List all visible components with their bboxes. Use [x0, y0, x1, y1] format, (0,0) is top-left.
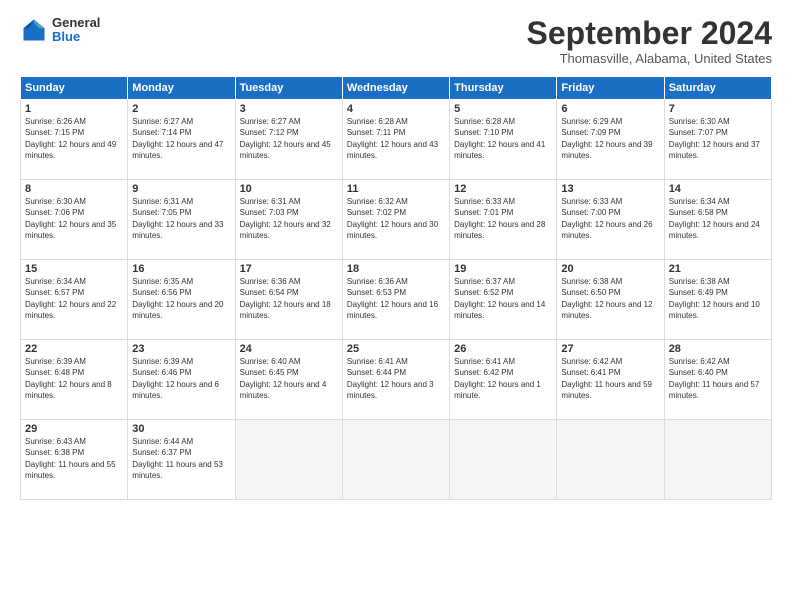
- logo: General Blue: [20, 16, 100, 45]
- table-row: 7 Sunrise: 6:30 AM Sunset: 7:07 PM Dayli…: [664, 100, 771, 180]
- col-wednesday: Wednesday: [342, 77, 449, 100]
- table-row: 24 Sunrise: 6:40 AM Sunset: 6:45 PM Dayl…: [235, 340, 342, 420]
- table-row: 8 Sunrise: 6:30 AM Sunset: 7:06 PM Dayli…: [21, 180, 128, 260]
- table-row: 25 Sunrise: 6:41 AM Sunset: 6:44 PM Dayl…: [342, 340, 449, 420]
- col-tuesday: Tuesday: [235, 77, 342, 100]
- location: Thomasville, Alabama, United States: [527, 51, 772, 66]
- table-row: [450, 420, 557, 500]
- table-row: 5 Sunrise: 6:28 AM Sunset: 7:10 PM Dayli…: [450, 100, 557, 180]
- table-row: [342, 420, 449, 500]
- title-block: September 2024 Thomasville, Alabama, Uni…: [527, 16, 772, 66]
- table-row: 13 Sunrise: 6:33 AM Sunset: 7:00 PM Dayl…: [557, 180, 664, 260]
- table-row: 16 Sunrise: 6:35 AM Sunset: 6:56 PM Dayl…: [128, 260, 235, 340]
- table-row: 4 Sunrise: 6:28 AM Sunset: 7:11 PM Dayli…: [342, 100, 449, 180]
- month-title: September 2024: [527, 16, 772, 51]
- col-sunday: Sunday: [21, 77, 128, 100]
- logo-blue: Blue: [52, 30, 100, 44]
- table-row: 2 Sunrise: 6:27 AM Sunset: 7:14 PM Dayli…: [128, 100, 235, 180]
- table-row: 30 Sunrise: 6:44 AM Sunset: 6:37 PM Dayl…: [128, 420, 235, 500]
- col-friday: Friday: [557, 77, 664, 100]
- table-row: 29 Sunrise: 6:43 AM Sunset: 6:38 PM Dayl…: [21, 420, 128, 500]
- table-row: 10 Sunrise: 6:31 AM Sunset: 7:03 PM Dayl…: [235, 180, 342, 260]
- table-row: 28 Sunrise: 6:42 AM Sunset: 6:40 PM Dayl…: [664, 340, 771, 420]
- table-row: 11 Sunrise: 6:32 AM Sunset: 7:02 PM Dayl…: [342, 180, 449, 260]
- calendar-header-row: Sunday Monday Tuesday Wednesday Thursday…: [21, 77, 772, 100]
- table-row: 1 Sunrise: 6:26 AM Sunset: 7:15 PM Dayli…: [21, 100, 128, 180]
- table-row: [235, 420, 342, 500]
- table-row: 9 Sunrise: 6:31 AM Sunset: 7:05 PM Dayli…: [128, 180, 235, 260]
- calendar-table: Sunday Monday Tuesday Wednesday Thursday…: [20, 76, 772, 500]
- table-row: 22 Sunrise: 6:39 AM Sunset: 6:48 PM Dayl…: [21, 340, 128, 420]
- table-row: 23 Sunrise: 6:39 AM Sunset: 6:46 PM Dayl…: [128, 340, 235, 420]
- table-row: [664, 420, 771, 500]
- logo-text: General Blue: [52, 16, 100, 45]
- table-row: 20 Sunrise: 6:38 AM Sunset: 6:50 PM Dayl…: [557, 260, 664, 340]
- table-row: 15 Sunrise: 6:34 AM Sunset: 6:57 PM Dayl…: [21, 260, 128, 340]
- logo-general: General: [52, 16, 100, 30]
- col-monday: Monday: [128, 77, 235, 100]
- table-row: 19 Sunrise: 6:37 AM Sunset: 6:52 PM Dayl…: [450, 260, 557, 340]
- table-row: [557, 420, 664, 500]
- table-row: 21 Sunrise: 6:38 AM Sunset: 6:49 PM Dayl…: [664, 260, 771, 340]
- table-row: 14 Sunrise: 6:34 AM Sunset: 6:58 PM Dayl…: [664, 180, 771, 260]
- logo-icon: [20, 16, 48, 44]
- header: General Blue September 2024 Thomasville,…: [20, 16, 772, 66]
- table-row: 18 Sunrise: 6:36 AM Sunset: 6:53 PM Dayl…: [342, 260, 449, 340]
- table-row: 17 Sunrise: 6:36 AM Sunset: 6:54 PM Dayl…: [235, 260, 342, 340]
- table-row: 12 Sunrise: 6:33 AM Sunset: 7:01 PM Dayl…: [450, 180, 557, 260]
- table-row: 6 Sunrise: 6:29 AM Sunset: 7:09 PM Dayli…: [557, 100, 664, 180]
- table-row: 3 Sunrise: 6:27 AM Sunset: 7:12 PM Dayli…: [235, 100, 342, 180]
- col-thursday: Thursday: [450, 77, 557, 100]
- col-saturday: Saturday: [664, 77, 771, 100]
- page: General Blue September 2024 Thomasville,…: [0, 0, 792, 612]
- table-row: 26 Sunrise: 6:41 AM Sunset: 6:42 PM Dayl…: [450, 340, 557, 420]
- table-row: 27 Sunrise: 6:42 AM Sunset: 6:41 PM Dayl…: [557, 340, 664, 420]
